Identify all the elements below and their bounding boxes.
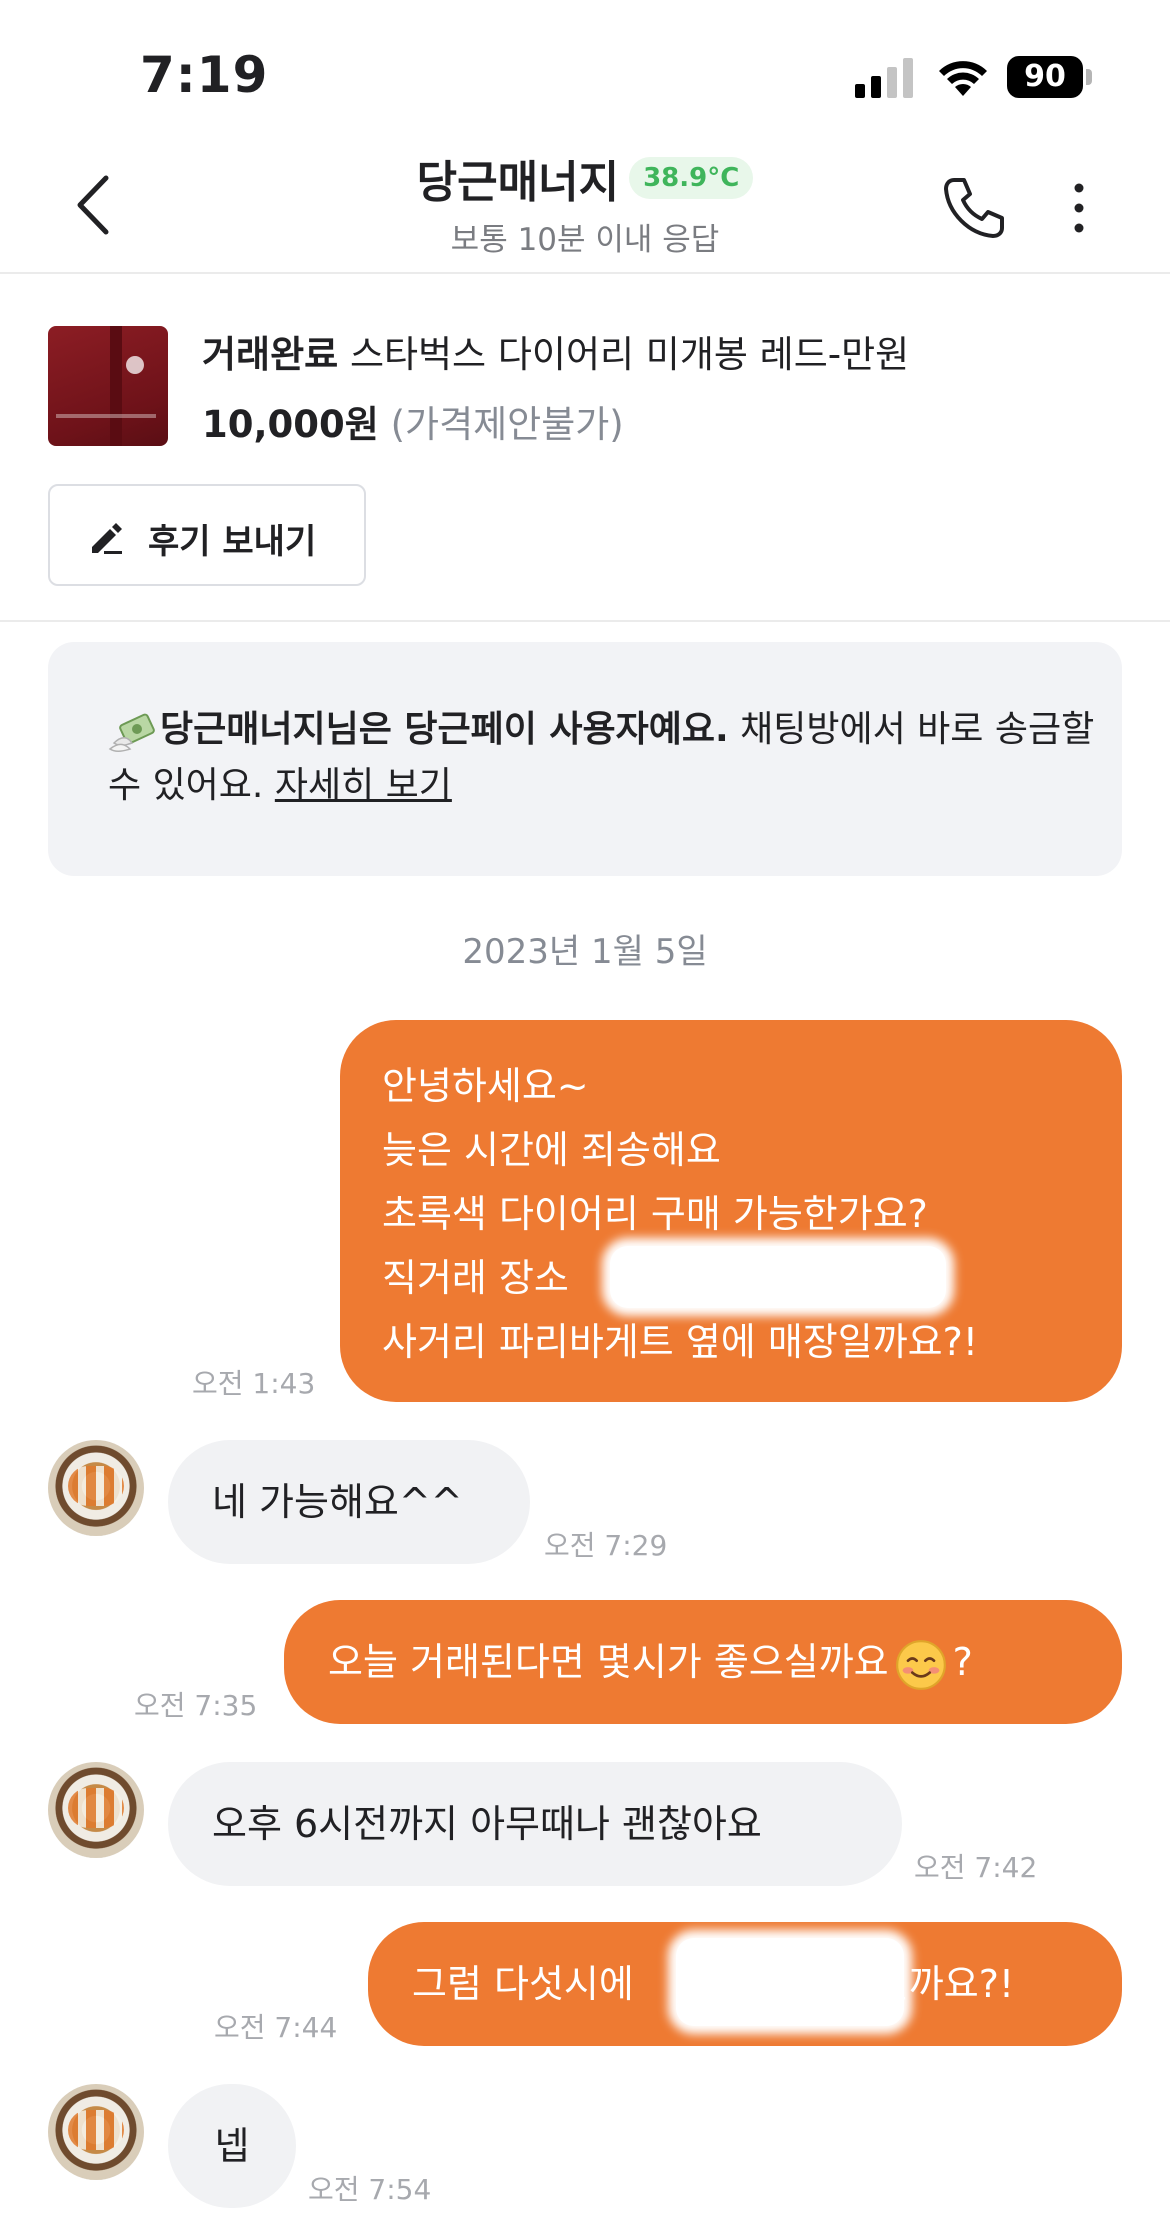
message-time: 오전 7:29 <box>544 1529 668 1562</box>
product-thumbnail[interactable] <box>48 326 168 446</box>
cellular-signal-icon <box>855 58 913 98</box>
message-text: 오후 6시전까지 아무때나 괜찮아요 <box>212 1802 762 1846</box>
message-line: 사거리 파리바게트 옆에 매장일까요?! <box>382 1320 979 1364</box>
date-divider: 2023년 1월 5일 <box>462 932 708 972</box>
phone-icon[interactable] <box>940 174 1008 242</box>
message-text: 그럼 다섯시에 <box>412 1962 634 2006</box>
redaction-mask <box>676 1938 904 2026</box>
message-time: 오전 7:35 <box>134 1689 258 1722</box>
status-time: 7:19 <box>140 46 269 104</box>
more-vertical-icon[interactable] <box>1064 180 1094 236</box>
pencil-icon <box>92 523 122 554</box>
chat-partner-name[interactable]: 당근매너지 <box>417 157 619 208</box>
wifi-icon <box>939 61 987 96</box>
incoming-message-bubble[interactable]: 네 가능해요^^ <box>168 1440 530 1564</box>
product-summary[interactable]: 거래완료 스타벅스 다이어리 미개봉 레드-만원 10,000원 (가격제안불가… <box>0 276 1170 622</box>
message-text: 넵 <box>214 2124 250 2168</box>
message-text-suffix: ? <box>952 1640 973 1684</box>
price-nego-label: (가격제안불가) <box>390 403 624 446</box>
incoming-message-bubble[interactable]: 넵 <box>168 2084 296 2208</box>
status-bar: 7:19 90 <box>0 0 1170 140</box>
product-price: 10,000원 <box>202 403 379 446</box>
avatar[interactable] <box>48 2084 144 2180</box>
notice-bold-text: 당근매너지님은 당근페이 사용자예요. <box>160 709 729 750</box>
message-time: 오전 7:54 <box>308 2173 432 2206</box>
message-time: 오전 1:43 <box>192 1367 316 1400</box>
message-time: 오전 7:44 <box>214 2011 338 2044</box>
message-time: 오전 7:42 <box>914 1851 1038 1884</box>
redaction-mask <box>610 1246 946 1308</box>
message-line: 안녕하세요~ <box>382 1064 589 1108</box>
money-wings-icon <box>108 713 155 753</box>
outgoing-message-bubble[interactable]: 안녕하세요~ 늦은 시간에 죄송해요 초록색 다이어리 구매 가능한가요? 직거… <box>340 1020 1122 1402</box>
product-price-line: 10,000원 (가격제안불가) <box>202 394 624 448</box>
message-text: 오늘 거래된다면 몇시가 좋으실까요 <box>328 1640 889 1684</box>
manner-temperature-badge: 38.9°C <box>629 157 754 199</box>
avatar[interactable] <box>48 1762 144 1858</box>
notice-text: 당근매너지님은 당근페이 사용자예요. 채팅방에서 바로 송금할 수 있어요. … <box>108 702 1108 814</box>
product-title-line: 거래완료 스타벅스 다이어리 미개봉 레드-만원 <box>202 324 909 378</box>
avatar[interactable] <box>48 1440 144 1536</box>
message-line: 초록색 다이어리 구매 가능한가요? <box>382 1192 928 1236</box>
karrot-pay-notice: 당근매너지님은 당근페이 사용자예요. 채팅방에서 바로 송금할 수 있어요. … <box>48 642 1122 876</box>
send-review-button[interactable]: 후기 보내기 <box>48 484 366 586</box>
notice-detail-link[interactable]: 자세히 보기 <box>275 765 452 806</box>
product-title: 스타벅스 다이어리 미개봉 레드-만원 <box>349 333 910 376</box>
send-review-label: 후기 보내기 <box>148 522 317 562</box>
message-text: 네 가능해요^^ <box>212 1480 463 1524</box>
smiling-face-emoji-icon <box>895 1639 946 1690</box>
battery-icon: 90 <box>1007 56 1093 98</box>
trade-status-label: 거래완료 <box>202 333 339 376</box>
outgoing-message-bubble[interactable]: 오늘 거래된다면 몇시가 좋으실까요 ? <box>284 1600 1122 1724</box>
message-line: 늦은 시간에 죄송해요 <box>382 1128 721 1172</box>
incoming-message-bubble[interactable]: 오후 6시전까지 아무때나 괜찮아요 <box>168 1762 902 1886</box>
battery-level: 90 <box>1024 59 1066 94</box>
chat-header: 당근매너지 38.9°C 보통 10분 이내 응답 <box>0 140 1170 274</box>
